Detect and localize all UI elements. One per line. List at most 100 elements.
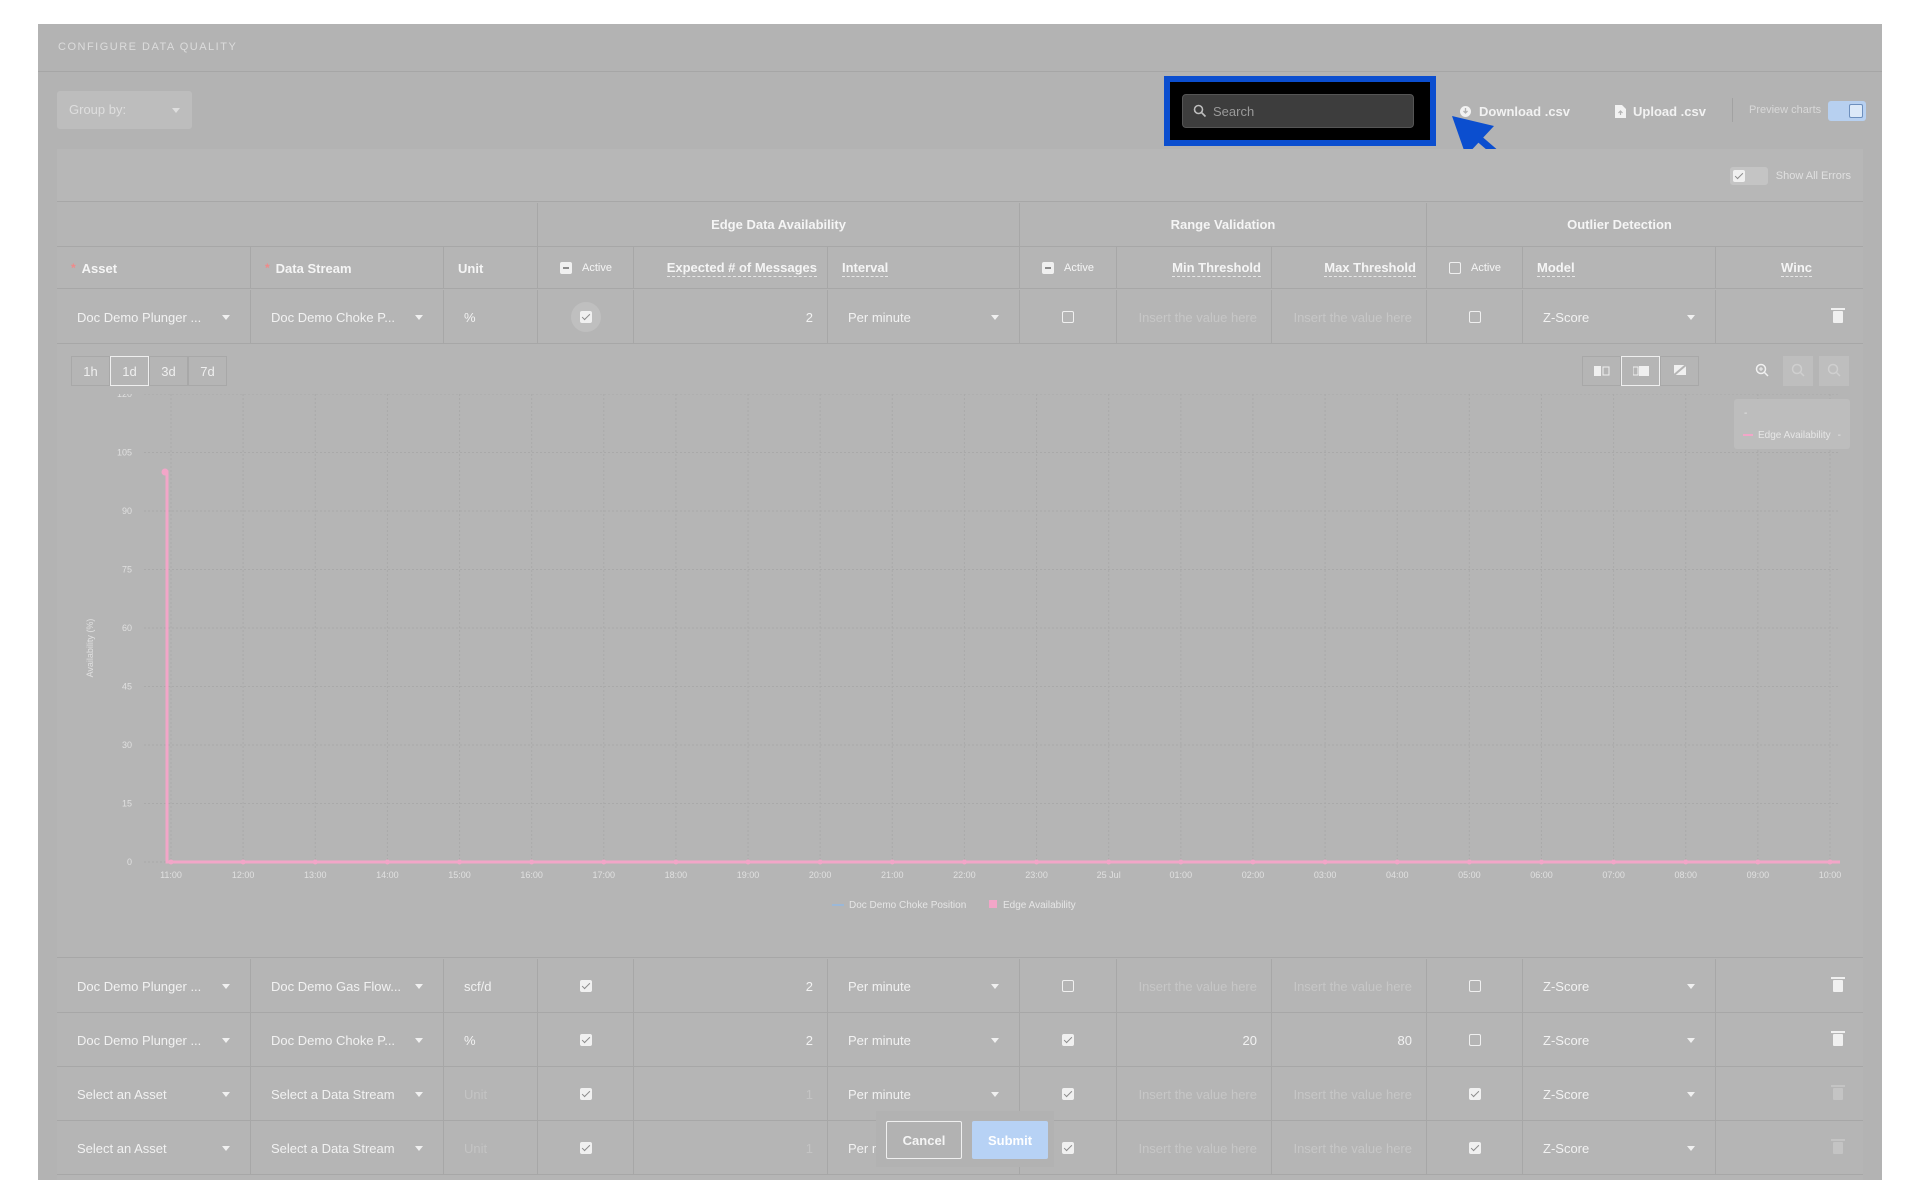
- zoom-reset-button[interactable]: [1819, 356, 1849, 386]
- data-stream-select[interactable]: Select a Data Stream: [250, 1121, 443, 1175]
- outlier-active-checkbox[interactable]: [1468, 980, 1481, 992]
- min-threshold-input[interactable]: Insert the value here: [1116, 1121, 1271, 1175]
- range-active-checkbox[interactable]: [1062, 1142, 1074, 1154]
- table-row: Doc Demo Plunger ... Doc Demo Choke P...…: [57, 290, 1863, 344]
- window-input[interactable]: [1715, 959, 1812, 1013]
- range-1d-button[interactable]: 1d: [110, 356, 149, 386]
- data-stream-select[interactable]: Doc Demo Choke P...: [250, 290, 443, 344]
- model-value: Z-Score: [1543, 1140, 1590, 1156]
- expected-input[interactable]: 2: [633, 290, 827, 344]
- interval-select[interactable]: Per minute: [827, 1013, 1019, 1067]
- asset-select[interactable]: Select an Asset: [57, 1067, 250, 1121]
- window-input[interactable]: [1715, 1013, 1812, 1067]
- select-all-checkbox[interactable]: [1042, 262, 1054, 274]
- range-active-checkbox[interactable]: [1062, 1088, 1074, 1100]
- edge-active-checkbox[interactable]: [579, 1088, 592, 1100]
- range-1h-button[interactable]: 1h: [71, 356, 110, 386]
- delete-row-button[interactable]: [1812, 959, 1863, 1013]
- asset-select[interactable]: Doc Demo Plunger ...: [57, 290, 250, 344]
- range-active-checkbox[interactable]: [1062, 311, 1074, 323]
- delete-row-button[interactable]: [1812, 1067, 1863, 1121]
- data-point: [529, 859, 535, 865]
- header-edge-active[interactable]: Active: [537, 247, 633, 289]
- model-select[interactable]: Z-Score: [1522, 959, 1715, 1013]
- delete-row-button[interactable]: [1812, 1121, 1863, 1175]
- group-by-select[interactable]: Group by:: [57, 91, 192, 129]
- model-select[interactable]: Z-Score: [1522, 290, 1715, 344]
- edge-active-checkbox[interactable]: [579, 1142, 592, 1154]
- model-select[interactable]: Z-Score: [1522, 1067, 1715, 1121]
- expected-input[interactable]: 2: [633, 1013, 827, 1067]
- combined-view-button[interactable]: [1621, 356, 1660, 386]
- edge-active-checkbox[interactable]: [579, 1034, 592, 1046]
- outlier-active-checkbox[interactable]: [1468, 1142, 1481, 1154]
- outlier-active-checkbox[interactable]: [1468, 311, 1481, 323]
- window-input[interactable]: [1715, 290, 1812, 344]
- interval-select[interactable]: Per minute: [827, 290, 1019, 344]
- range-7d-button[interactable]: 7d: [188, 356, 227, 386]
- header-data-stream[interactable]: * Data Stream: [250, 247, 443, 289]
- time-range-selector: 1h 1d 3d 7d: [71, 356, 227, 386]
- header-outlier-active[interactable]: Active: [1426, 247, 1522, 289]
- expected-input[interactable]: 1: [633, 1121, 827, 1175]
- delete-row-button[interactable]: [1812, 1013, 1863, 1067]
- max-threshold-input[interactable]: Insert the value here: [1271, 1121, 1426, 1175]
- search-input[interactable]: [1213, 95, 1409, 127]
- expected-input[interactable]: 2: [633, 959, 827, 1013]
- range-active-checkbox[interactable]: [1062, 980, 1074, 992]
- header-expected: Expected # of Messages: [633, 247, 827, 289]
- header-interval-label: Interval: [842, 259, 889, 277]
- header-outlier-active-label: Active: [1471, 262, 1501, 274]
- max-threshold-input[interactable]: Insert the value here: [1271, 290, 1426, 344]
- expected-input[interactable]: 1: [633, 1067, 827, 1121]
- window-input[interactable]: [1715, 1067, 1812, 1121]
- data-stream-select[interactable]: Select a Data Stream: [250, 1067, 443, 1121]
- show-all-errors[interactable]: Show All Errors: [1729, 167, 1851, 185]
- min-threshold-input[interactable]: Insert the value here: [1116, 959, 1271, 1013]
- header-asset[interactable]: * Asset: [57, 247, 250, 289]
- select-all-checkbox[interactable]: [560, 262, 572, 274]
- asset-select[interactable]: Doc Demo Plunger ...: [57, 1013, 250, 1067]
- window-input[interactable]: [1715, 1121, 1812, 1175]
- range-3d-button[interactable]: 3d: [149, 356, 188, 386]
- model-select[interactable]: Z-Score: [1522, 1121, 1715, 1175]
- hide-chart-button[interactable]: [1660, 356, 1699, 386]
- edge-active-checkbox[interactable]: [579, 980, 592, 992]
- range-active-checkbox[interactable]: [1062, 1034, 1074, 1046]
- split-view-button[interactable]: [1582, 356, 1621, 386]
- delete-row-button[interactable]: [1812, 290, 1863, 344]
- max-threshold-input[interactable]: Insert the value here: [1271, 959, 1426, 1013]
- zoom-in-button[interactable]: [1747, 356, 1777, 386]
- data-stream-select[interactable]: Doc Demo Choke P...: [250, 1013, 443, 1067]
- asset-select[interactable]: Doc Demo Plunger ...: [57, 959, 250, 1013]
- min-threshold-input[interactable]: 20: [1116, 1013, 1271, 1067]
- chart-view-buttons: [1582, 356, 1699, 386]
- show-errors-toggle[interactable]: [1729, 167, 1768, 185]
- edge-active-checkbox[interactable]: [579, 311, 592, 323]
- select-all-checkbox[interactable]: [1449, 262, 1461, 274]
- data-point: [601, 859, 607, 865]
- group-range-validation: Range Validation: [1019, 203, 1426, 247]
- max-threshold-input[interactable]: Insert the value here: [1271, 1067, 1426, 1121]
- interval-select[interactable]: Per minute: [827, 959, 1019, 1013]
- search-box[interactable]: [1182, 94, 1414, 128]
- model-select[interactable]: Z-Score: [1522, 1013, 1715, 1067]
- outlier-active-checkbox[interactable]: [1468, 1034, 1481, 1046]
- asset-select[interactable]: Select an Asset: [57, 1121, 250, 1175]
- group-edge-availability: Edge Data Availability: [537, 203, 1019, 247]
- zoom-out-button[interactable]: [1783, 356, 1813, 386]
- min-threshold-input[interactable]: Insert the value here: [1116, 290, 1271, 344]
- required-mark-icon: *: [71, 261, 76, 275]
- cancel-button[interactable]: Cancel: [886, 1121, 962, 1159]
- asset-value: Doc Demo Plunger ...: [77, 309, 202, 325]
- submit-button[interactable]: Submit: [972, 1121, 1048, 1159]
- max-threshold-input[interactable]: 80: [1271, 1013, 1426, 1067]
- outlier-active-checkbox[interactable]: [1468, 1088, 1481, 1100]
- preview-charts-toggle[interactable]: [1828, 101, 1866, 121]
- header-range-active[interactable]: Active: [1019, 247, 1116, 289]
- required-mark-icon: *: [265, 261, 270, 275]
- outlier-active-cell: [1426, 1067, 1522, 1121]
- min-threshold-input[interactable]: Insert the value here: [1116, 1067, 1271, 1121]
- zoom-in-icon: [1755, 363, 1769, 377]
- data-stream-select[interactable]: Doc Demo Gas Flow...: [250, 959, 443, 1013]
